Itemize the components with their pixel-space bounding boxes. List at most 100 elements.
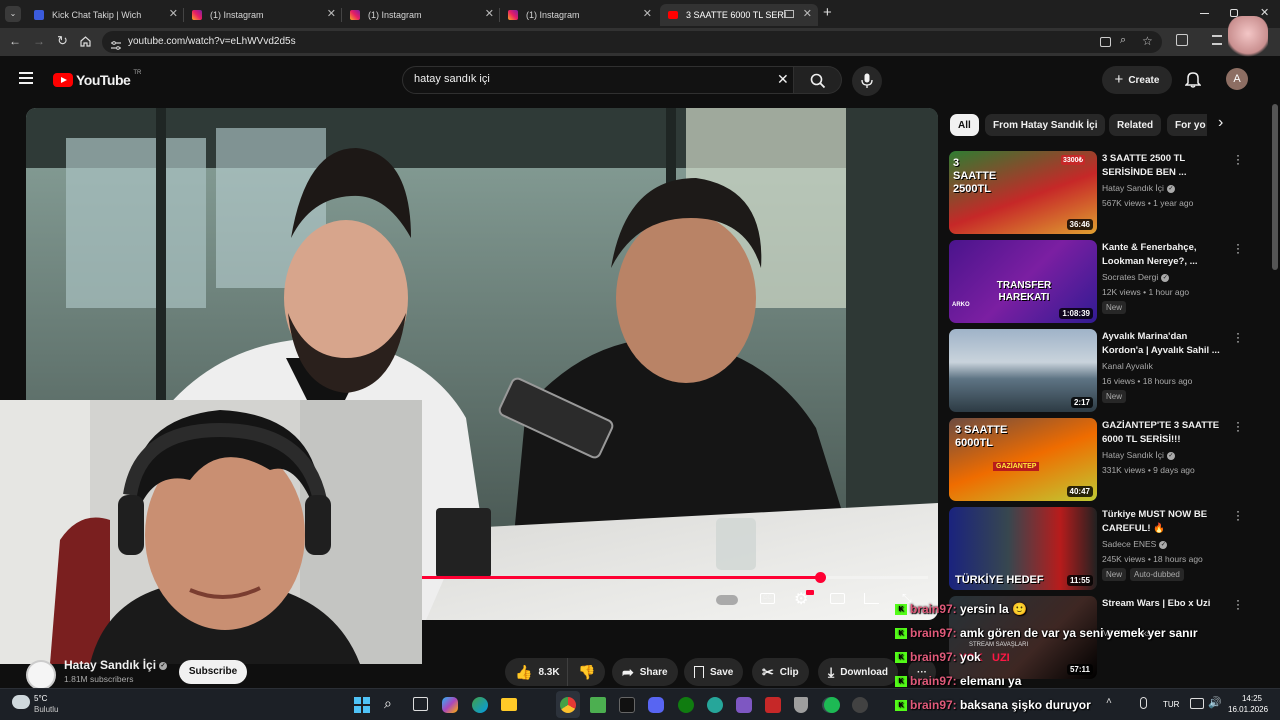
subscribe-button[interactable]: Subscribe bbox=[179, 660, 247, 684]
minimize-window-icon[interactable] bbox=[1200, 13, 1209, 14]
chips-next-chevron-icon[interactable]: › bbox=[1218, 114, 1223, 132]
close-tab-icon[interactable]: ✕ bbox=[643, 7, 652, 20]
discord-icon[interactable] bbox=[648, 697, 664, 713]
copilot-icon[interactable] bbox=[442, 697, 458, 713]
channel-name[interactable]: Hatay Sandık İçi ✓ bbox=[1102, 183, 1175, 193]
more-options-icon[interactable]: · · · bbox=[1235, 594, 1241, 614]
edge-icon[interactable] bbox=[472, 697, 488, 713]
video-thumbnail[interactable]: 3 SAATTE 6000TL GAZİANTEP 40:47 bbox=[949, 418, 1097, 501]
autoplay-toggle[interactable] bbox=[716, 595, 738, 605]
video-title[interactable]: Ayvalık Marina'dan Kordon'a | Ayvalık Sa… bbox=[1102, 330, 1222, 358]
site-info-icon[interactable] bbox=[111, 37, 121, 50]
forward-icon[interactable]: → bbox=[33, 34, 45, 48]
captions-icon[interactable]: CC bbox=[760, 593, 775, 604]
search-input[interactable]: hatay sandık içi ✕ bbox=[402, 66, 794, 94]
app-icon[interactable] bbox=[736, 697, 752, 713]
home-icon[interactable] bbox=[80, 34, 91, 47]
channel-title[interactable]: Hatay Sandık İçi ✓ bbox=[64, 658, 168, 672]
tray-chevron-icon[interactable]: ˄ bbox=[1106, 696, 1112, 707]
shield-icon[interactable] bbox=[794, 697, 808, 713]
back-icon[interactable]: ← bbox=[9, 34, 21, 48]
microphone-tray-icon[interactable] bbox=[1140, 697, 1147, 709]
keyboard-language[interactable]: TUR bbox=[1163, 700, 1179, 709]
taskbar-search-icon[interactable]: ⌕ bbox=[384, 695, 392, 712]
close-tab-icon[interactable]: ✕ bbox=[485, 7, 494, 20]
close-tab-icon[interactable]: ✕ bbox=[803, 7, 812, 20]
like-button[interactable]: 👍 8.3K bbox=[505, 658, 567, 686]
reading-list-icon[interactable] bbox=[1212, 35, 1222, 45]
volume-icon[interactable]: 🔊 bbox=[1208, 696, 1222, 709]
save-button[interactable]: Save bbox=[684, 658, 744, 686]
channel-name[interactable]: Sadece ENES ✓ bbox=[1102, 539, 1168, 549]
reload-icon[interactable]: ↻ bbox=[57, 33, 68, 49]
clock-date[interactable]: 16.01.2026 bbox=[1228, 705, 1268, 714]
video-title[interactable]: Türkiye MUST NOW BE CAREFUL! 🔥 bbox=[1102, 508, 1222, 536]
dislike-button[interactable]: 👎 bbox=[567, 658, 605, 686]
related-video-item[interactable]: TRANSFER HAREKATI ARKO 1:08:39 Kante & F… bbox=[949, 238, 1269, 324]
more-options-icon[interactable]: · · · bbox=[1235, 505, 1241, 525]
channel-avatar[interactable] bbox=[26, 660, 56, 690]
browser-tab[interactable]: (1) Instagram ✕ bbox=[342, 4, 500, 26]
address-bar[interactable]: youtube.com/watch?v=eLhWVvd2d5s ⌕ ☆ bbox=[102, 31, 1162, 53]
voice-search-button[interactable] bbox=[852, 66, 882, 96]
related-video-item[interactable]: 3 SAATTE 6000TL GAZİANTEP 40:47 GAZİANTE… bbox=[949, 416, 1269, 502]
page-scrollbar[interactable] bbox=[1272, 104, 1278, 270]
spotify-icon[interactable] bbox=[824, 697, 840, 713]
video-title[interactable]: Kante & Fenerbahçe, Lookman Nereye?, ... bbox=[1102, 241, 1222, 269]
related-video-item[interactable]: 2:17 Ayvalık Marina'dan Kordon'a | Ayval… bbox=[949, 327, 1269, 413]
browser-tab[interactable]: (1) Instagram ✕ bbox=[500, 4, 658, 26]
channel-name[interactable]: Kanal Ayvalık bbox=[1102, 361, 1153, 371]
notifications-bell-icon[interactable] bbox=[1185, 70, 1201, 88]
task-view-icon[interactable] bbox=[413, 697, 428, 711]
share-button[interactable]: ➦ Share bbox=[612, 658, 678, 686]
voice-app-icon[interactable] bbox=[765, 697, 781, 713]
video-thumbnail[interactable]: TRANSFER HAREKATI ARKO 1:08:39 bbox=[949, 240, 1097, 323]
chip-all[interactable]: All bbox=[950, 114, 979, 136]
zoom-icon[interactable]: ⌕ bbox=[1120, 34, 1126, 47]
clear-search-icon[interactable]: ✕ bbox=[777, 71, 789, 88]
video-thumbnail[interactable]: TÜRKİYE HEDEF 11:55 bbox=[949, 507, 1097, 590]
close-tab-icon[interactable]: ✕ bbox=[327, 7, 336, 20]
minecraft-icon[interactable] bbox=[590, 697, 606, 713]
picture-in-picture-icon[interactable] bbox=[784, 10, 794, 18]
more-options-icon[interactable]: · · · bbox=[1235, 327, 1241, 347]
video-thumbnail[interactable]: 3 SAATTE 2500TL 3300₺ 36:46 bbox=[949, 151, 1097, 234]
chip-related[interactable]: Related bbox=[1109, 114, 1162, 136]
video-title[interactable]: Stream Wars | Ebo x Uzi bbox=[1102, 597, 1222, 611]
video-title[interactable]: GAZİANTEP'TE 3 SAATTE 6000 TL SERİSİ!!! bbox=[1102, 419, 1222, 447]
progress-scrubber[interactable] bbox=[814, 572, 826, 583]
file-explorer-icon[interactable] bbox=[501, 698, 517, 711]
start-windows-icon[interactable] bbox=[354, 697, 370, 713]
close-tab-icon[interactable]: ✕ bbox=[169, 7, 178, 20]
search-button[interactable] bbox=[794, 66, 842, 94]
browser-tab[interactable]: Kick Chat Takip | Wich ✕ bbox=[26, 4, 184, 26]
browser-tab[interactable]: (1) Instagram ✕ bbox=[184, 4, 342, 26]
app-icon[interactable] bbox=[852, 697, 868, 713]
channel-name[interactable]: Hatay Sandık İçi ✓ bbox=[1102, 450, 1175, 460]
network-icon[interactable] bbox=[1190, 698, 1204, 709]
bookmark-star-icon[interactable]: ☆ bbox=[1142, 34, 1153, 48]
create-button[interactable]: + Create bbox=[1102, 66, 1172, 94]
chip-for-you[interactable]: For yo bbox=[1167, 114, 1207, 136]
related-video-item[interactable]: TÜRKİYE HEDEF 11:55 Türkiye MUST NOW BE … bbox=[949, 505, 1269, 591]
more-options-icon[interactable]: · · · bbox=[1235, 416, 1241, 436]
more-options-icon[interactable]: · · · bbox=[1235, 149, 1241, 169]
cast-icon[interactable] bbox=[864, 593, 879, 604]
related-video-item[interactable]: 3 SAATTE 2500TL 3300₺ 36:46 3 SAATTE 250… bbox=[949, 149, 1269, 235]
video-thumbnail[interactable]: 2:17 bbox=[949, 329, 1097, 412]
miniplayer-icon[interactable] bbox=[830, 593, 845, 604]
chrome-icon[interactable] bbox=[560, 697, 576, 713]
app-icon[interactable] bbox=[707, 697, 723, 713]
install-app-icon[interactable] bbox=[1100, 37, 1111, 47]
video-title[interactable]: 3 SAATTE 2500 TL SERİSİNDE BEN ... bbox=[1102, 152, 1222, 180]
hamburger-menu-icon[interactable] bbox=[19, 72, 33, 84]
capcut-icon[interactable] bbox=[619, 697, 635, 713]
channel-name[interactable]: Socrates Dergi ✓ bbox=[1102, 272, 1170, 282]
clip-button[interactable]: ✂ Clip bbox=[752, 658, 809, 686]
browser-tab-active[interactable]: 3 SAATTE 6000 TL SERİSİ !! ✕ bbox=[660, 4, 818, 26]
youtube-logo[interactable]: YouTube TR bbox=[53, 70, 141, 90]
download-button[interactable]: ⤓ Download bbox=[818, 658, 898, 686]
clock-time[interactable]: 14:25 bbox=[1236, 694, 1268, 703]
chip-from-channel[interactable]: From Hatay Sandık İçi bbox=[985, 114, 1106, 136]
weather-icon[interactable] bbox=[12, 695, 30, 709]
